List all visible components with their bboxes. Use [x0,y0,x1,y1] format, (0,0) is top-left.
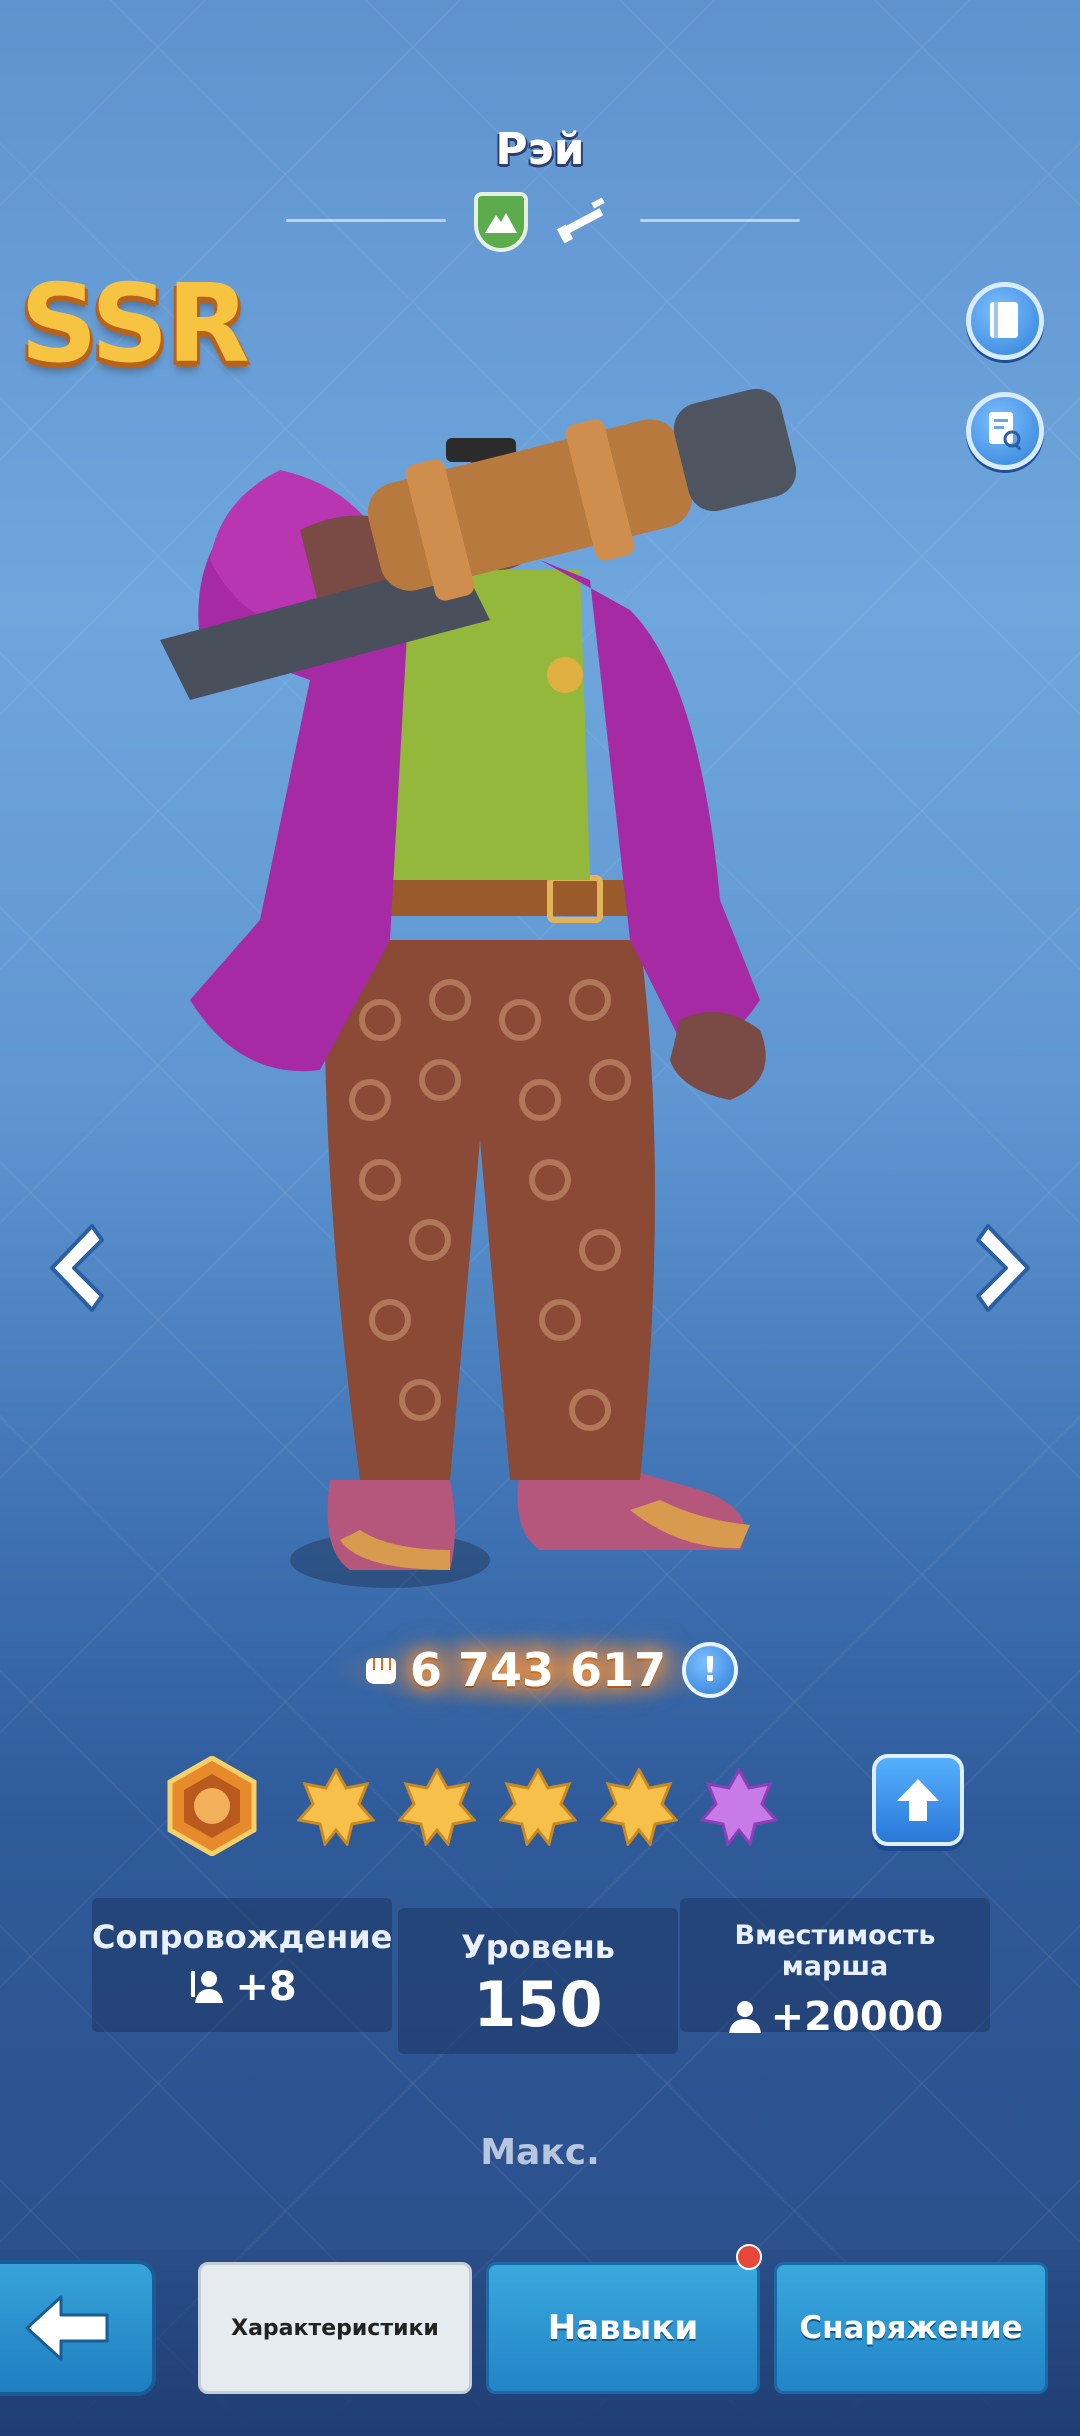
hero-model [160,388,797,1588]
gold-star-1 [297,1768,375,1846]
star-badge-icon [167,1756,257,1856]
book-icon[interactable] [966,282,1044,360]
capacity-label: Вместимость марша [734,1920,936,1982]
arrow-left-icon [25,2295,109,2361]
arrow-up-icon [897,1779,939,1821]
escort-label: Сопровождение [92,1918,393,1956]
title-divider-left [286,219,446,222]
power-display: 6 743 617 [360,1640,666,1700]
title-divider-right [640,219,800,222]
gold-star-4 [600,1768,678,1846]
rarity-label: SSR [20,262,250,387]
purple-star [700,1768,778,1846]
level-value: 150 [473,1968,603,2041]
tab-characteristics[interactable]: Характеристики [198,2262,472,2394]
escort-value: +8 [235,1964,297,2010]
hero-name: Рэй [495,124,585,175]
back-button[interactable] [0,2260,156,2396]
level-stat: Уровень 150 [398,1908,678,2054]
max-level-label: Макс. [480,2132,600,2173]
gold-star-2 [398,1768,476,1846]
chevron-right-icon[interactable] [970,1218,1040,1318]
level-label: Уровень [461,1928,615,1966]
power-info-button[interactable]: ! [682,1642,738,1698]
mountain-faction-icon[interactable] [474,192,528,252]
star-upgrade-button[interactable] [872,1754,964,1846]
power-value: 6 743 617 [410,1643,667,1697]
tab-equipment[interactable]: Снаряжение [774,2262,1048,2394]
tab-skills[interactable]: Навыки [486,2262,760,2394]
chevron-left-icon[interactable] [40,1218,110,1318]
fist-icon [366,1658,396,1684]
skills-notification-badge [736,2244,762,2270]
gold-star-3 [499,1768,577,1846]
capacity-value: +20000 [770,1994,944,2040]
march-capacity-stat: Вместимость марша +20000 [680,1898,990,2040]
rifle-icon [552,196,612,248]
person-icon [728,2001,761,2033]
escort-icon [191,1971,224,2003]
escort-stat: Сопровождение +8 [92,1898,392,2032]
